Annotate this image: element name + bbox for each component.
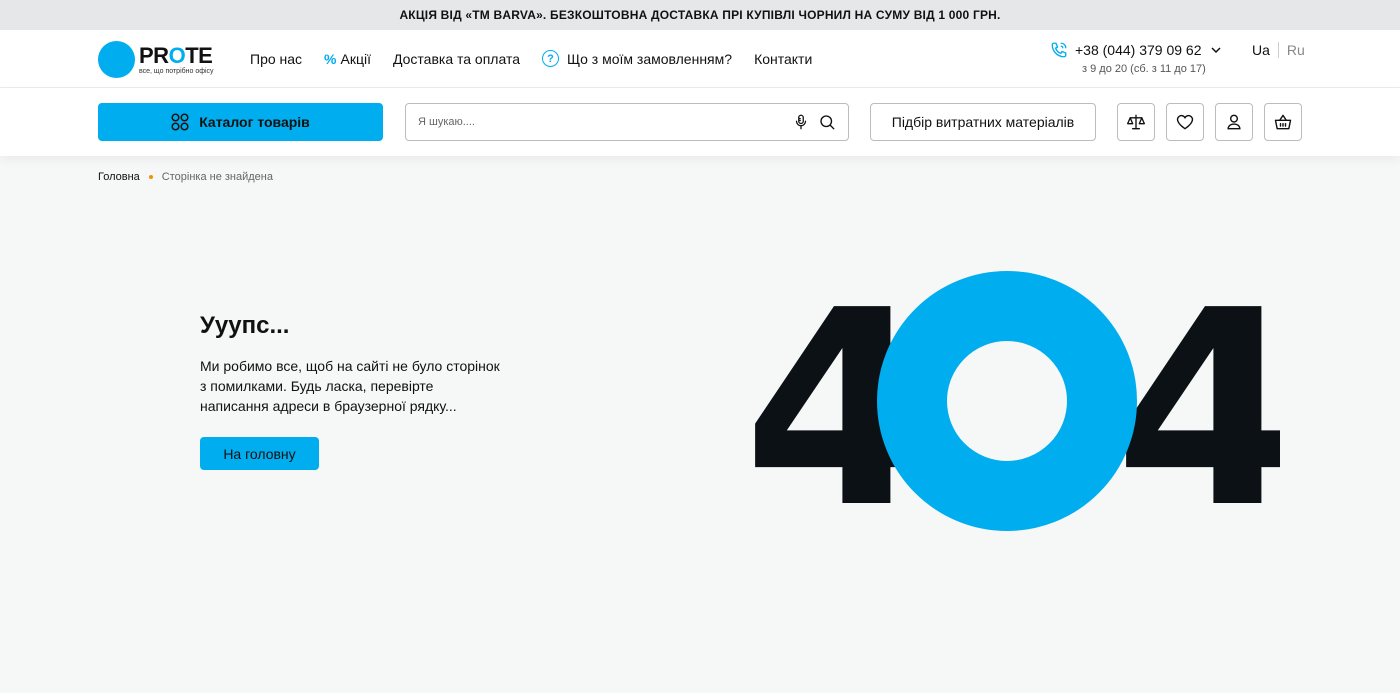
compare-scales-icon (1127, 114, 1145, 130)
nav-contacts[interactable]: Контакти (754, 51, 812, 67)
question-icon: ? (541, 50, 559, 67)
logo-wordmark: PROTE (139, 43, 213, 68)
phone-icon (1051, 42, 1067, 58)
promo-banner: АКЦІЯ ВІД «ТМ BARVA». БЕЗКОШТОВНА ДОСТАВ… (0, 0, 1400, 30)
catalog-button[interactable]: Каталог товарів (98, 103, 383, 141)
chevron-down-icon[interactable] (1210, 44, 1222, 56)
error-code-right-digit: 4 (1114, 265, 1280, 540)
search-box (405, 103, 849, 141)
working-hours: з 9 до 20 (сб. з 11 до 17) (1082, 63, 1206, 75)
error-title: Ууупс... (200, 312, 290, 339)
cart-button[interactable] (1264, 103, 1302, 141)
catalog-button-label: Каталог товарів (199, 114, 310, 130)
search-icon[interactable] (818, 113, 836, 131)
nav-promos[interactable]: % Акції (324, 51, 371, 67)
cart-icon (1274, 114, 1292, 130)
contact-phone[interactable]: +38 (044) 379 09 62 з 9 до 20 (сб. з 11 … (1050, 41, 1230, 75)
consumables-picker-button[interactable]: Підбір витратних матеріалів (870, 103, 1096, 141)
toolbar: Каталог товарів Підбір витратних матеріа… (0, 88, 1400, 156)
nav-delivery[interactable]: Доставка та оплата (393, 51, 520, 67)
breadcrumb-current: Сторінка не знайдена (161, 171, 273, 183)
logo-circle (98, 41, 135, 78)
breadcrumb: Головна Сторінка не знайдена (98, 171, 273, 183)
logo-tagline: все, що потрібно офісу (139, 68, 214, 75)
error-description: Ми робимо все, щоб на сайті не було стор… (200, 358, 500, 414)
lang-ru[interactable]: Ru (1287, 42, 1305, 58)
lang-ua[interactable]: Ua (1252, 42, 1270, 58)
account-button[interactable] (1215, 103, 1253, 141)
compare-button[interactable] (1117, 103, 1155, 141)
breadcrumb-separator (148, 175, 153, 179)
heart-icon (1176, 114, 1194, 130)
nav-order-status-label: Що з моїм замовленням? (566, 50, 733, 67)
wishlist-button[interactable] (1166, 103, 1204, 141)
user-icon (1227, 114, 1241, 130)
nav-promos-label: Акції (340, 50, 371, 67)
grid-icon (171, 113, 189, 131)
go-home-button[interactable]: На головну (200, 437, 319, 470)
phone-number: +38 (044) 379 09 62 (1075, 42, 1202, 58)
search-input[interactable] (418, 116, 784, 128)
error-code-zero-ring (877, 271, 1137, 531)
site-header: PROTE все, що потрібно офісу Про нас % А… (0, 30, 1400, 88)
nav-about[interactable]: Про нас (250, 51, 302, 67)
main-nav: Про нас % Акції Доставка та оплата ? Що … (250, 50, 834, 67)
nav-order-status[interactable]: ? Що з моїм замовленням? (541, 50, 733, 67)
promo-text: АКЦІЯ ВІД «ТМ BARVA». БЕЗКОШТОВНА ДОСТАВ… (399, 8, 1001, 22)
language-switcher: Ua Ru (1252, 42, 1305, 58)
lang-divider (1277, 42, 1279, 58)
logo[interactable]: PROTE все, що потрібно офісу (98, 41, 218, 79)
error-404-graphic: 4 4 (743, 265, 1280, 540)
microphone-icon[interactable] (792, 113, 810, 131)
breadcrumb-home[interactable]: Головна (98, 171, 140, 183)
percent-icon: % (324, 50, 337, 67)
